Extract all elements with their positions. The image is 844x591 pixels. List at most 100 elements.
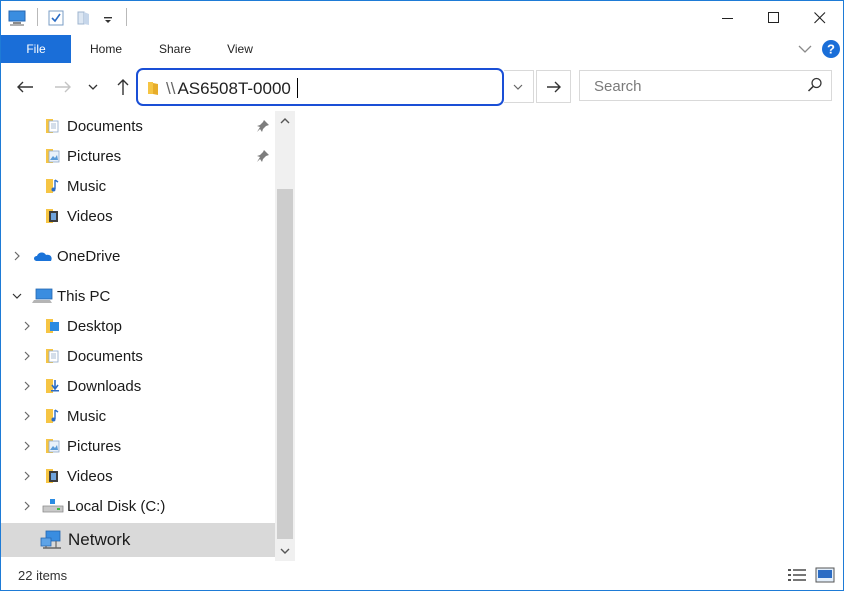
nav-item-label: Music	[67, 177, 107, 195]
help-icon[interactable]: ?	[821, 39, 841, 59]
new-folder-icon[interactable]	[75, 9, 93, 27]
music-icon	[46, 179, 59, 193]
chevron-down-icon	[280, 548, 290, 554]
chevron-right-icon[interactable]	[21, 440, 33, 452]
local-disk-icon	[42, 499, 64, 513]
navigation-pane: Documents Pictures Music Videos OneDrive…	[1, 111, 295, 561]
title-bar	[1, 1, 843, 35]
svg-text:?: ?	[827, 42, 835, 57]
this-pc-app-icon	[8, 10, 26, 26]
chevron-down-icon[interactable]	[11, 290, 23, 302]
nav-item-label: Local Disk (C:)	[67, 497, 166, 515]
forward-arrow-icon	[55, 81, 71, 93]
nav-item-label: Network	[68, 530, 131, 549]
minimize-button[interactable]	[705, 1, 751, 35]
forward-button[interactable]	[51, 77, 75, 97]
back-button[interactable]	[13, 77, 37, 97]
minimize-icon	[722, 18, 733, 19]
nav-item-documents[interactable]: Documents	[1, 341, 275, 371]
nav-item-pictures[interactable]: Pictures	[1, 431, 275, 461]
large-icons-view-icon[interactable]	[815, 567, 835, 583]
search-icon[interactable]	[807, 77, 823, 93]
recent-locations-button[interactable]	[83, 77, 103, 97]
expand-ribbon-chevron-icon[interactable]	[797, 43, 813, 55]
this-pc-icon	[32, 288, 53, 303]
status-bar: 22 items	[1, 561, 843, 590]
network-icon	[40, 530, 61, 549]
quick-access-separator	[37, 8, 38, 26]
close-button[interactable]	[797, 1, 843, 35]
documents-icon	[46, 119, 59, 133]
chevron-down-icon	[88, 84, 98, 90]
videos-icon	[46, 209, 58, 223]
chevron-right-icon[interactable]	[11, 250, 23, 262]
tab-view[interactable]: View	[215, 35, 265, 63]
up-arrow-icon	[117, 79, 129, 95]
folder-icon	[148, 82, 158, 95]
item-count: 22 items	[18, 568, 68, 583]
nav-item-label: OneDrive	[57, 247, 121, 265]
nav-item-local-disk[interactable]: Local Disk (C:)	[1, 491, 275, 521]
nav-item-this-pc[interactable]: This PC	[1, 281, 275, 311]
music-icon	[46, 409, 59, 423]
nav-item-label: Videos	[67, 207, 113, 225]
nav-item-quick-pictures[interactable]: Pictures	[1, 141, 275, 171]
close-icon	[814, 12, 826, 24]
nav-item-label: Pictures	[67, 147, 122, 165]
tab-share[interactable]: Share	[147, 35, 203, 63]
search-input[interactable]	[580, 71, 816, 102]
nav-item-network[interactable]: Network	[1, 523, 275, 557]
details-view-icon[interactable]	[787, 567, 807, 583]
chevron-right-icon[interactable]	[21, 500, 33, 512]
nav-item-label: Music	[67, 407, 107, 425]
nav-item-quick-music[interactable]: Music	[1, 171, 275, 201]
tab-home[interactable]: Home	[77, 35, 135, 63]
nav-item-label: This PC	[57, 287, 111, 305]
chevron-right-icon[interactable]	[21, 350, 33, 362]
nav-item-quick-videos[interactable]: Videos	[1, 201, 275, 231]
customize-quick-access-chevron-icon[interactable]	[101, 9, 115, 27]
chevron-right-icon[interactable]	[21, 470, 33, 482]
nav-item-downloads[interactable]: Downloads	[1, 371, 275, 401]
address-dropdown-button[interactable]	[504, 70, 534, 103]
documents-icon	[46, 349, 59, 363]
nav-item-desktop[interactable]: Desktop	[1, 311, 275, 341]
properties-icon[interactable]	[47, 9, 65, 27]
scroll-down-button[interactable]	[275, 541, 295, 561]
go-arrow-icon	[546, 81, 561, 92]
desktop-icon	[46, 319, 59, 333]
navigation-scrollbar[interactable]	[275, 111, 295, 561]
chevron-up-icon	[280, 118, 290, 124]
videos-icon	[46, 469, 58, 483]
nav-item-label: Desktop	[67, 317, 123, 335]
chevron-right-icon[interactable]	[21, 320, 33, 332]
chevron-right-icon[interactable]	[21, 410, 33, 422]
title-separator	[126, 8, 127, 26]
pictures-icon	[46, 149, 60, 163]
nav-item-music[interactable]: Music	[1, 401, 275, 431]
back-arrow-icon	[17, 81, 33, 93]
nav-item-label: Documents	[67, 347, 143, 365]
address-bar[interactable]: \\ AS6508T-0000	[136, 68, 504, 106]
up-button[interactable]	[111, 77, 135, 97]
chevron-down-icon	[513, 84, 523, 90]
pictures-icon	[46, 439, 60, 453]
scroll-thumb[interactable]	[277, 189, 293, 539]
content-pane[interactable]	[295, 111, 843, 561]
chevron-right-icon[interactable]	[21, 380, 33, 392]
pin-icon	[257, 150, 269, 162]
scroll-up-button[interactable]	[275, 111, 295, 131]
go-button[interactable]	[536, 70, 571, 103]
nav-item-label: Downloads	[67, 377, 142, 395]
maximize-button[interactable]	[751, 1, 797, 35]
pin-icon	[257, 120, 269, 132]
search-box[interactable]	[579, 70, 832, 102]
tab-file[interactable]: File	[1, 35, 71, 63]
onedrive-icon	[34, 252, 52, 261]
maximize-icon	[768, 12, 779, 23]
address-input[interactable]: \\ AS6508T-0000	[166, 78, 298, 99]
nav-item-videos[interactable]: Videos	[1, 461, 275, 491]
nav-item-label: Videos	[67, 467, 113, 485]
nav-item-onedrive[interactable]: OneDrive	[1, 241, 275, 271]
nav-item-quick-documents[interactable]: Documents	[1, 111, 275, 141]
